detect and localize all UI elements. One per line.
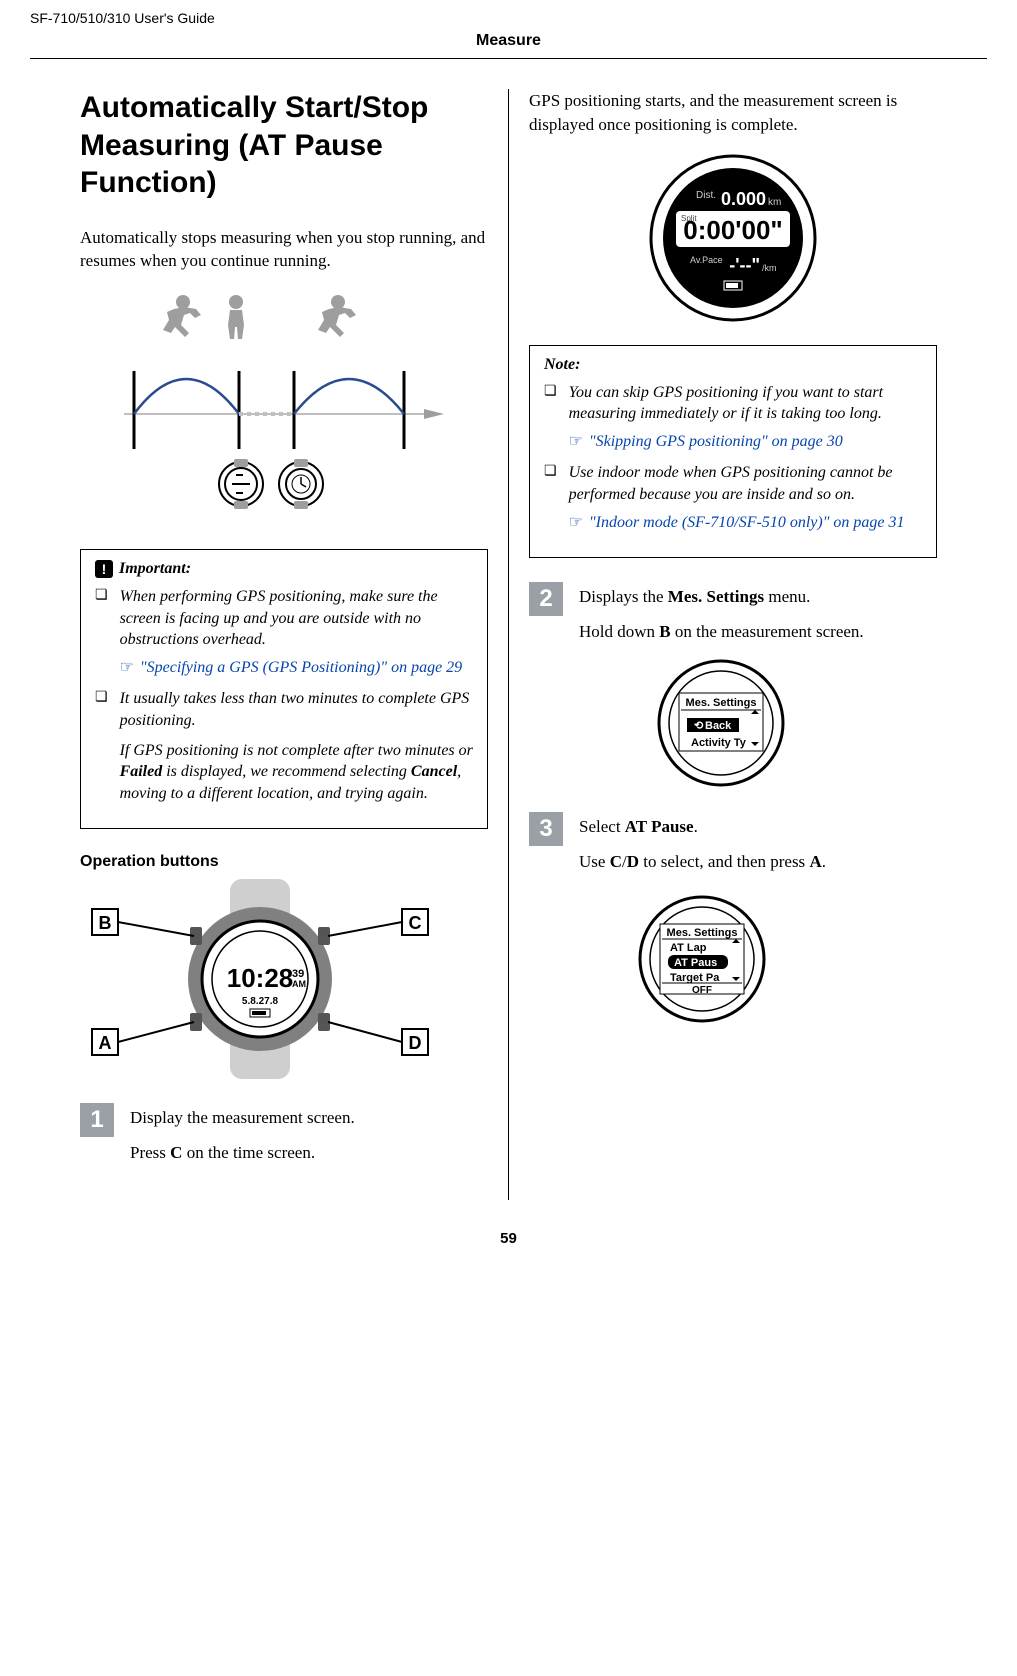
svg-text:C: C <box>409 913 422 933</box>
step-3-line1: Select AT Pause. <box>579 815 826 840</box>
svg-text:5.8.27.8: 5.8.27.8 <box>242 996 279 1007</box>
important-icon: ! <box>95 560 113 578</box>
svg-text:km: km <box>768 197 781 208</box>
svg-text:Activity Ty: Activity Ty <box>691 737 747 749</box>
step-3-line2: Use C/D to select, and then press A. <box>579 850 826 875</box>
svg-text:AM: AM <box>292 979 306 989</box>
important-item-1: When performing GPS positioning, make su… <box>120 588 438 648</box>
note-item-1: You can skip GPS positioning if you want… <box>569 384 884 423</box>
gps-positioning-text: GPS positioning starts, and the measurem… <box>529 89 937 137</box>
svg-text:0.000: 0.000 <box>721 189 766 209</box>
link-skip-gps[interactable]: "Skipping GPS positioning" on page 30 <box>569 431 843 453</box>
intro-paragraph: Automatically stops measuring when you s… <box>80 226 488 274</box>
mes-settings-back-screen: Mes. Settings ⟲ Back Activity Ty <box>651 658 791 788</box>
important-title: Important: <box>119 560 191 578</box>
svg-text:10:28: 10:28 <box>227 963 294 993</box>
step-2-line2: Hold down B on the measurement screen. <box>579 620 864 645</box>
step-1-number: 1 <box>80 1103 114 1137</box>
page-title: Automatically Start/Stop Measuring (AT P… <box>80 89 488 202</box>
important-item-2-sub: If GPS positioning is not complete after… <box>120 740 473 805</box>
step-2-line1: Displays the Mes. Settings menu. <box>579 585 864 610</box>
note-box: Note: You can skip GPS positioning if yo… <box>529 345 937 559</box>
note-item-2: Use indoor mode when GPS positioning can… <box>569 464 893 503</box>
svg-text:Dist.: Dist. <box>696 190 716 201</box>
svg-text:A: A <box>99 1033 112 1053</box>
measurement-screen: Dist. 0.000 km Split 0:00'00" Av.Pace -'… <box>648 153 818 323</box>
header-product: SF-710/510/310 User's Guide <box>0 10 1017 32</box>
important-item-2: It usually takes less than two minutes t… <box>120 690 470 729</box>
svg-text:AT Lap: AT Lap <box>670 942 707 954</box>
page-number: 59 <box>0 1230 1017 1247</box>
link-indoor-mode[interactable]: "Indoor mode (SF-710/SF-510 only)" on pa… <box>569 512 905 534</box>
step-2-number: 2 <box>529 582 563 616</box>
svg-text:OFF: OFF <box>692 985 712 996</box>
link-gps-positioning[interactable]: "Specifying a GPS (GPS Positioning)" on … <box>120 657 463 679</box>
svg-text:Mes. Settings: Mes. Settings <box>667 927 738 939</box>
svg-text:Back: Back <box>705 720 732 732</box>
operation-buttons-label: Operation buttons <box>80 853 488 871</box>
svg-text:AT Paus: AT Paus <box>674 957 717 969</box>
important-box: ! Important: When performing GPS positio… <box>80 549 488 829</box>
svg-text:0:00'00": 0:00'00" <box>683 215 782 245</box>
svg-text:-'--": -'--" <box>729 255 760 275</box>
svg-text:Target Pa: Target Pa <box>670 972 720 984</box>
svg-text:Mes. Settings: Mes. Settings <box>686 697 757 709</box>
svg-text:⟲: ⟲ <box>694 720 704 732</box>
step-1-line1: Display the measurement screen. <box>130 1106 355 1131</box>
start-stop-diagram <box>114 289 454 529</box>
header-section: Measure <box>30 32 987 59</box>
svg-text:Av.Pace: Av.Pace <box>690 255 723 265</box>
svg-text:D: D <box>409 1033 422 1053</box>
step-1-line2: Press C on the time screen. <box>130 1141 355 1166</box>
mes-settings-atpause-screen: Mes. Settings AT Lap AT Paus Target Pa O… <box>632 889 772 1029</box>
svg-text:B: B <box>99 913 112 933</box>
note-title: Note: <box>544 356 580 374</box>
operation-buttons-diagram: 10:28 39 AM 5.8.27.8 B A C D <box>80 879 440 1079</box>
step-3-number: 3 <box>529 812 563 846</box>
svg-text:/km: /km <box>762 263 777 273</box>
